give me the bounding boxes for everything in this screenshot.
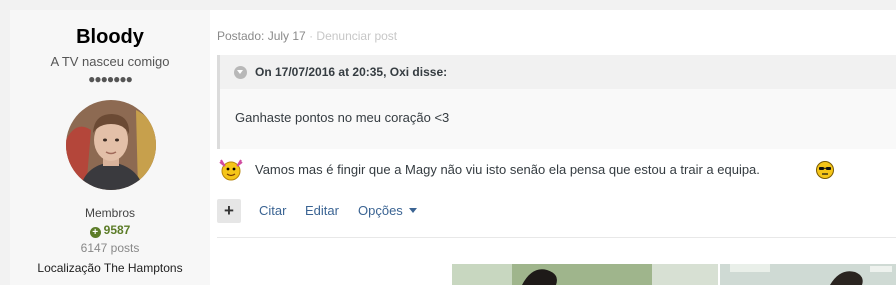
chevron-down-icon[interactable] bbox=[234, 66, 247, 79]
quote-body: Ganhaste pontos no meu coração <3 bbox=[235, 110, 450, 125]
quote-button[interactable]: Citar bbox=[259, 203, 286, 218]
cool-smiley-icon bbox=[815, 160, 835, 180]
rank-pips: ●●●●●●● bbox=[88, 72, 133, 86]
edit-button[interactable]: Editar bbox=[305, 203, 339, 218]
options-label: Opções bbox=[358, 203, 403, 218]
attached-image-2[interactable] bbox=[720, 264, 896, 285]
meta-separator: · bbox=[305, 29, 317, 43]
member-group: Membros bbox=[84, 206, 135, 220]
author-panel: Bloody A TV nasceu comigo ●●●●●●● Membro… bbox=[10, 10, 210, 285]
reputation-badge: +9587 bbox=[10, 223, 210, 238]
report-post-link[interactable]: Denunciar post bbox=[316, 29, 397, 43]
options-menu-button[interactable]: Opções bbox=[358, 203, 417, 218]
posted-date: Postado: July 17 bbox=[217, 29, 306, 43]
author-location: Localização The Hamptons bbox=[37, 261, 183, 275]
divider bbox=[217, 237, 896, 238]
author-name[interactable]: Bloody bbox=[10, 26, 210, 49]
attached-image-1[interactable] bbox=[452, 264, 718, 285]
post-text: Vamos mas é fingir que a Magy não viu is… bbox=[255, 162, 760, 177]
dancing-smiley-icon bbox=[217, 157, 247, 183]
quote-header[interactable]: On 17/07/2016 at 20:35, Oxi disse: bbox=[220, 55, 896, 89]
reputation-value: 9587 bbox=[103, 223, 131, 237]
quote-block: On 17/07/2016 at 20:35, Oxi disse: Ganha… bbox=[217, 55, 896, 149]
multiquote-button[interactable]: + bbox=[217, 199, 241, 223]
plus-circle-icon: + bbox=[89, 227, 101, 238]
post-meta: Postado: July 17 · Denunciar post bbox=[217, 29, 397, 43]
author-title: A TV nasceu comigo bbox=[50, 54, 170, 69]
post-count: 6147 posts bbox=[80, 241, 140, 255]
avatar[interactable] bbox=[66, 100, 156, 190]
caret-down-icon bbox=[408, 208, 417, 213]
quote-citation: On 17/07/2016 at 20:35, Oxi disse: bbox=[255, 65, 448, 79]
